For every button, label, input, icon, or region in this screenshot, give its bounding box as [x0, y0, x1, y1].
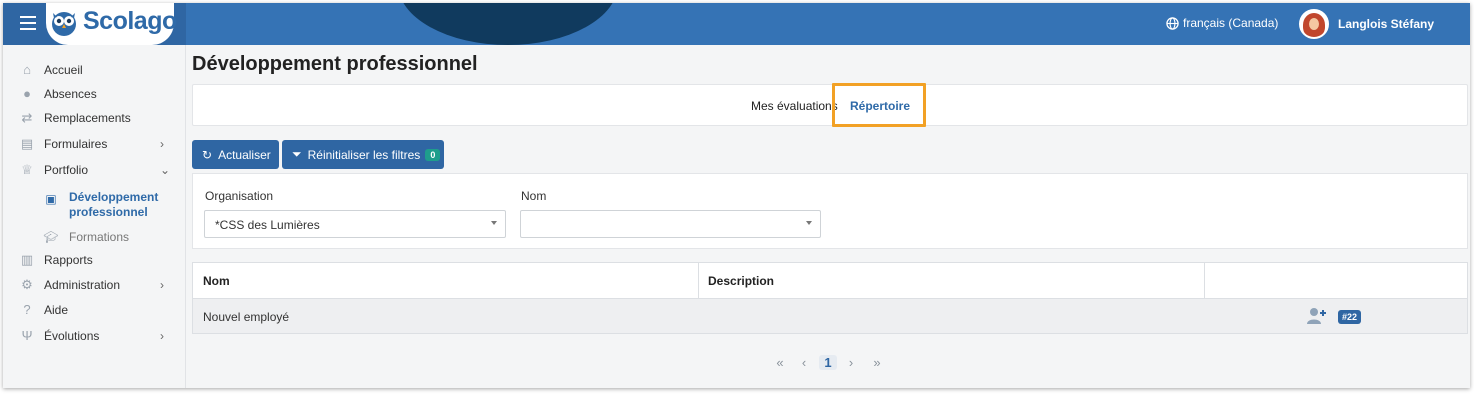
sidebar-subitem-developpement[interactable]: ▣ Développement professionnel: [3, 190, 186, 222]
column-header-nom[interactable]: Nom: [203, 263, 230, 298]
sidebar-subitem-label: Formations: [69, 230, 130, 244]
refresh-label: Actualiser: [218, 147, 271, 162]
add-user-icon[interactable]: [1307, 307, 1327, 325]
logo-area: Scolago: [3, 3, 186, 45]
sidebar: ⌂ Accueil ● Absences ⇄ Remplacements ▤ F…: [3, 45, 186, 388]
sidebar-item-remplacements[interactable]: ⇄ Remplacements: [3, 107, 186, 129]
sidebar-item-label: Évolutions: [44, 329, 100, 343]
sidebar-item-label: Remplacements: [44, 111, 131, 125]
refresh-icon: ↻: [202, 147, 213, 162]
id-card-icon: ▣: [45, 192, 57, 206]
sidebar-item-label: Aide: [44, 303, 69, 317]
id-tag-badge: #22: [1338, 310, 1362, 324]
menu-toggle-icon[interactable]: [20, 16, 36, 30]
reset-filters-label: Réinitialiser les filtres: [307, 147, 421, 162]
brand-name: Scolago: [83, 7, 177, 35]
tabs-card: Mes évaluations Répertoire: [192, 84, 1468, 126]
sidebar-item-label: Accueil: [44, 63, 83, 77]
caret-down-icon: [491, 221, 497, 225]
sidebar-subitem-label: Développement professionnel: [69, 190, 159, 219]
user-menu[interactable]: Langlois Stéfany: [1299, 9, 1434, 39]
pagination-prev[interactable]: ‹: [799, 350, 809, 374]
sidebar-item-portfolio[interactable]: ♕ Portfolio ⌄: [3, 159, 186, 181]
refresh-button[interactable]: ↻ Actualiser: [192, 140, 279, 169]
page-title: Développement professionnel: [192, 53, 478, 75]
pagination-next[interactable]: ›: [846, 350, 856, 374]
results-table: Nom Description Nouvel employé #22: [192, 262, 1468, 334]
report-icon: ▥: [20, 252, 34, 267]
top-bar: Scolago français (Canada) Langlois Stéfa…: [3, 3, 1470, 45]
filter-icon: ⏷: [292, 147, 302, 161]
language-selector[interactable]: français (Canada): [1166, 16, 1278, 30]
sidebar-item-label: Absences: [44, 87, 97, 101]
user-name: Langlois Stéfany: [1338, 17, 1435, 31]
column-header-description[interactable]: Description: [708, 263, 774, 298]
globe-icon: [1166, 16, 1179, 30]
chevron-right-icon: ›: [160, 278, 164, 292]
organisation-value: *CSS des Lumières: [215, 218, 320, 232]
home-icon: ⌂: [23, 62, 31, 77]
table-row[interactable]: Nouvel employé #22: [193, 298, 1467, 333]
chevron-right-icon: ›: [160, 137, 164, 151]
sidebar-item-label: Portfolio: [44, 163, 89, 177]
sidebar-item-formulaires[interactable]: ▤ Formulaires ›: [3, 133, 186, 155]
page-number: 1: [819, 354, 837, 370]
sidebar-item-label: Rapports: [44, 253, 93, 267]
reset-filters-button[interactable]: ⏷ Réinitialiser les filtres 0: [282, 140, 444, 169]
sidebar-item-absences[interactable]: ● Absences: [3, 83, 186, 105]
owl-logo-icon: [52, 12, 76, 36]
user-clock-icon: ●: [23, 86, 31, 101]
organisation-select[interactable]: *CSS des Lumières: [204, 210, 506, 238]
graduation-cap-icon: 🎓︎: [43, 230, 59, 244]
sidebar-item-label: Formulaires: [44, 137, 108, 151]
sidebar-item-aide[interactable]: ? Aide: [3, 299, 186, 321]
tab-highlight-box: [832, 83, 926, 127]
gear-icon: ⚙: [21, 277, 33, 292]
nom-label: Nom: [521, 189, 547, 203]
avatar: [1299, 9, 1329, 39]
sidebar-item-evolutions[interactable]: Ψ Évolutions ›: [3, 325, 186, 347]
question-icon: ?: [23, 302, 31, 317]
trophy-icon: ♕: [21, 162, 33, 177]
sidebar-item-rapports[interactable]: ▥ Rapports: [3, 249, 186, 271]
cell-nom: Nouvel employé: [203, 309, 290, 324]
pagination-current-page[interactable]: 1: [819, 350, 837, 374]
tab-mes-evaluations[interactable]: Mes évaluations: [751, 85, 838, 127]
sidebar-item-label: Administration: [44, 278, 121, 292]
filters-card: Organisation *CSS des Lumières Nom: [192, 173, 1468, 249]
language-label: français (Canada): [1183, 16, 1279, 30]
sprout-icon: Ψ: [21, 328, 33, 343]
chevron-right-icon: ›: [160, 329, 164, 343]
form-icon: ▤: [20, 136, 34, 151]
chevron-down-icon: ⌄: [160, 163, 171, 177]
header-decoration: [398, 3, 618, 45]
filter-count-badge: 0: [425, 148, 441, 161]
pagination-first[interactable]: «: [773, 350, 787, 374]
organisation-label: Organisation: [205, 189, 274, 203]
swap-icon: ⇄: [21, 110, 33, 125]
sidebar-item-accueil[interactable]: ⌂ Accueil: [3, 59, 186, 81]
sidebar-item-administration[interactable]: ⚙ Administration ›: [3, 274, 186, 296]
app-window: Scolago français (Canada) Langlois Stéfa…: [3, 3, 1470, 388]
sidebar-subitem-formations[interactable]: 🎓︎ Formations: [3, 229, 186, 247]
pagination-last[interactable]: »: [870, 350, 884, 374]
nom-select[interactable]: [520, 210, 821, 238]
caret-down-icon: [806, 221, 812, 225]
